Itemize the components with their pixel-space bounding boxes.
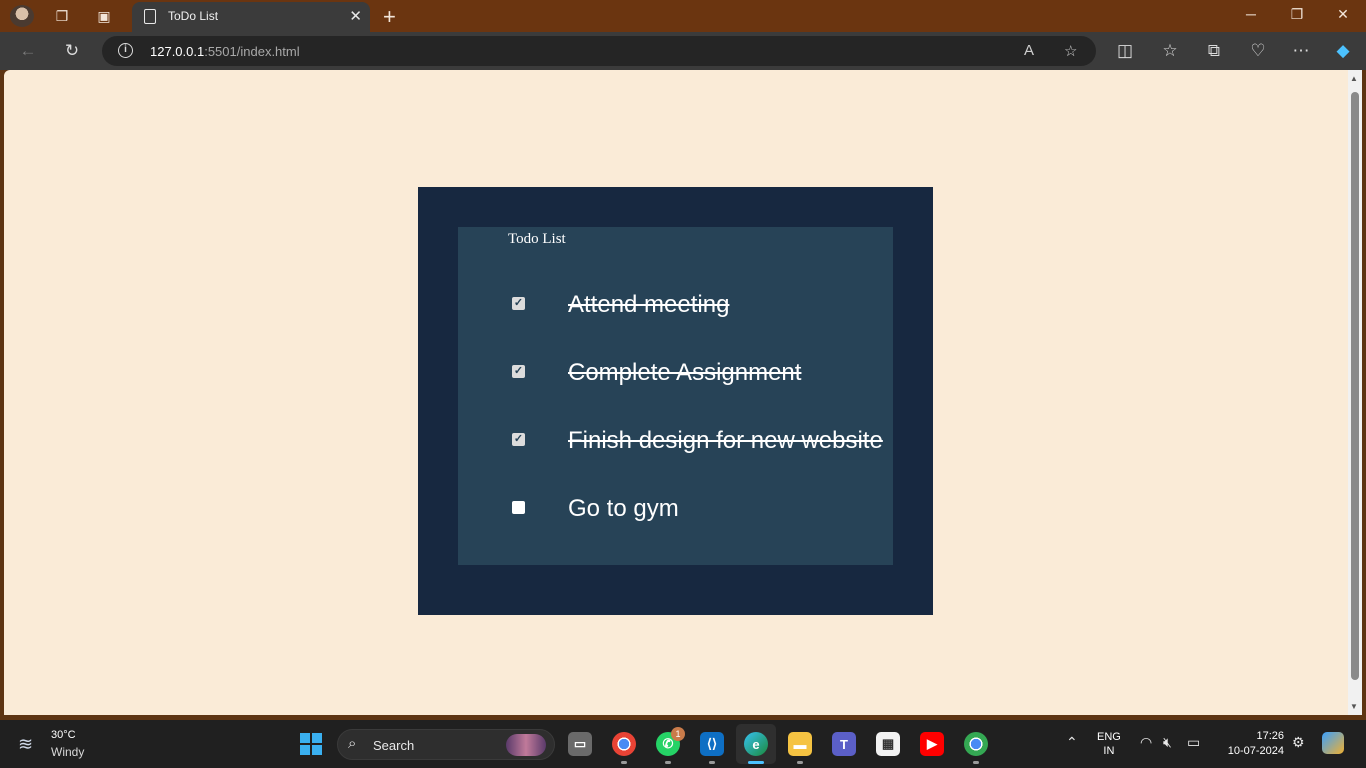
minimize-button[interactable]: ─ <box>1241 6 1261 22</box>
app-running-indicator <box>709 761 715 764</box>
more-menu-icon[interactable]: ⋯ <box>1290 40 1312 62</box>
weather-condition[interactable]: Windy <box>51 745 84 759</box>
browser-toolbar: ← ↻ i 127.0.0.1:5501/index.html A ☆ ◫ ☆ … <box>0 32 1366 70</box>
refresh-button[interactable]: ↻ <box>61 40 83 62</box>
profile-avatar[interactable] <box>10 5 34 27</box>
store-icon[interactable]: ▦ <box>876 732 900 756</box>
page-viewport: Todo List ✓ Attend meeting ✓ Complete As… <box>4 70 1348 715</box>
teams-icon[interactable]: T <box>832 732 856 756</box>
language-indicator[interactable]: ENG IN <box>1097 730 1121 758</box>
page-scrollbar[interactable]: ▲ ▼ <box>1348 70 1362 715</box>
todo-container: Todo List ✓ Attend meeting ✓ Complete As… <box>418 187 933 615</box>
scrollbar-thumb[interactable] <box>1351 92 1359 680</box>
todo-heading: Todo List <box>508 231 566 247</box>
favorite-star-icon[interactable]: ☆ <box>1064 42 1077 60</box>
page-icon <box>144 9 156 24</box>
workspaces-icon[interactable]: ❐ <box>51 6 73 26</box>
app-running-indicator <box>973 761 979 764</box>
read-aloud-icon[interactable]: A <box>1024 42 1034 59</box>
favorites-icon[interactable]: ☆ <box>1159 40 1181 62</box>
app-active-indicator <box>748 761 764 764</box>
vertical-tabs-icon[interactable]: ▣ <box>93 6 115 26</box>
file-explorer-icon[interactable]: ▬ <box>788 732 812 756</box>
start-button[interactable] <box>300 733 322 755</box>
search-label: Search <box>373 738 415 753</box>
todo-item: ✓ Finish design for new website <box>508 425 888 455</box>
url-text[interactable]: 127.0.0.1:5501/index.html <box>150 44 300 59</box>
todo-checkbox[interactable]: ✓ <box>512 433 525 446</box>
scroll-down-arrow-icon[interactable]: ▼ <box>1350 702 1358 711</box>
site-info-icon[interactable]: i <box>118 43 133 58</box>
collections-icon[interactable]: ⧉ <box>1203 40 1225 62</box>
tab-title: ToDo List <box>168 9 219 23</box>
back-button[interactable]: ← <box>17 40 39 62</box>
close-window-button[interactable]: ✕ <box>1333 6 1353 23</box>
edge-icon[interactable]: e <box>744 732 768 756</box>
address-bar[interactable]: i 127.0.0.1:5501/index.html A ☆ <box>102 36 1096 66</box>
chrome-icon[interactable] <box>612 732 636 756</box>
task-view-icon[interactable]: ▭ <box>568 732 592 756</box>
copilot-taskbar-icon[interactable] <box>1322 732 1344 754</box>
show-hidden-icons-chevron-icon[interactable]: ⌃ <box>1066 734 1078 751</box>
notification-icon[interactable]: ⚙ <box>1292 734 1305 751</box>
new-tab-button[interactable]: + <box>383 4 396 30</box>
todo-checkbox[interactable]: ✓ <box>512 365 525 378</box>
todo-item: ✓ Complete Assignment <box>508 357 888 387</box>
todo-card: Todo List ✓ Attend meeting ✓ Complete As… <box>458 227 893 565</box>
split-screen-icon[interactable]: ◫ <box>1114 40 1136 62</box>
browser-essentials-icon[interactable]: ♡ <box>1247 40 1269 62</box>
taskbar-search[interactable]: ⌕ Search <box>337 729 555 760</box>
todo-item: ✓ Attend meeting <box>508 289 888 319</box>
tab-strip: ❐ ▣ ToDo List ✕ + ─ ❐ ✕ <box>0 0 1366 32</box>
wifi-icon[interactable]: ◠ <box>1140 734 1152 751</box>
tab-todo-list[interactable]: ToDo List ✕ <box>132 2 370 32</box>
todo-label: Go to gym <box>568 495 679 522</box>
clock[interactable]: 17:26 10-07-2024 <box>1220 729 1284 759</box>
weather-temperature[interactable]: 30°C <box>51 729 76 741</box>
chrome-profile-icon[interactable] <box>964 732 988 756</box>
restore-button[interactable]: ❐ <box>1287 6 1307 23</box>
todo-label: Finish design for new website <box>568 427 883 454</box>
search-highlight-image <box>506 734 546 756</box>
app-running-indicator <box>665 761 671 764</box>
vscode-icon[interactable]: ⟨⟩ <box>700 732 724 756</box>
todo-checkbox[interactable] <box>512 501 525 514</box>
search-icon: ⌕ <box>348 735 357 752</box>
taskbar: ≋ 30°C Windy ⌕ Search ▭ ✆ 1 ⟨⟩ e ▬ T ▦ ▶… <box>0 720 1366 768</box>
todo-label: Attend meeting <box>568 291 730 318</box>
youtube-icon[interactable]: ▶ <box>920 732 944 756</box>
tab-close-icon[interactable]: ✕ <box>349 7 362 25</box>
volume-muted-icon[interactable]: 🔇︎ <box>1163 734 1172 751</box>
todo-item: Go to gym <box>508 493 888 523</box>
app-running-indicator <box>621 761 627 764</box>
copilot-icon[interactable]: ◆ <box>1332 40 1354 62</box>
wind-icon[interactable]: ≋ <box>18 734 33 755</box>
todo-label: Complete Assignment <box>568 359 802 386</box>
todo-checkbox[interactable]: ✓ <box>512 297 525 310</box>
scroll-up-arrow-icon[interactable]: ▲ <box>1350 74 1358 83</box>
battery-icon[interactable]: ▭ <box>1187 734 1200 751</box>
app-running-indicator <box>797 761 803 764</box>
whatsapp-badge: 1 <box>671 727 685 741</box>
